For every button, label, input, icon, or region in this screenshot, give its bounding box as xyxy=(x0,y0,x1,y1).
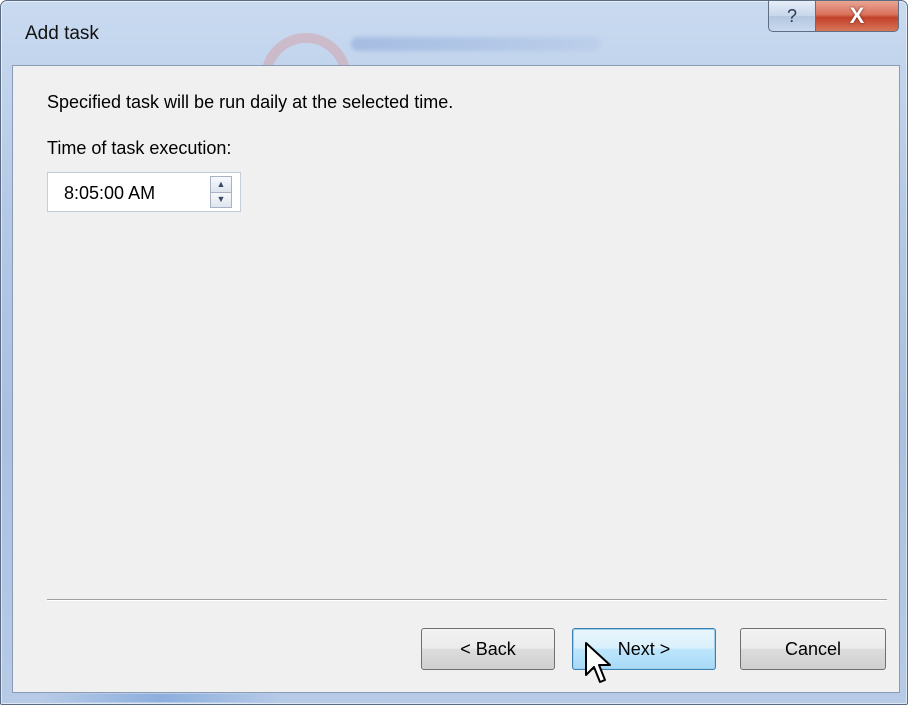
add-task-dialog: Add task ? X Specified task will be run … xyxy=(0,0,908,705)
time-spinner: ▲ ▼ xyxy=(210,176,232,208)
time-picker[interactable]: 8:05:00 AM ▲ ▼ xyxy=(47,172,241,212)
help-icon: ? xyxy=(786,5,797,26)
close-icon: X xyxy=(849,3,865,28)
time-input[interactable]: 8:05:00 AM xyxy=(64,183,155,204)
dialog-content: Specified task will be run daily at the … xyxy=(12,65,900,693)
title-bar[interactable]: Add task ? X xyxy=(1,1,907,65)
back-button[interactable]: < Back xyxy=(421,628,555,670)
close-button[interactable]: X xyxy=(816,1,899,32)
window-title: Add task xyxy=(25,23,99,44)
time-label: Time of task execution: xyxy=(47,138,232,158)
task-description: Specified task will be run daily at the … xyxy=(47,92,454,112)
cancel-button[interactable]: Cancel xyxy=(740,628,886,670)
frame-glow xyxy=(41,694,281,702)
separator-line xyxy=(47,599,887,601)
spin-up-icon: ▲ xyxy=(216,178,226,189)
spin-down-button[interactable]: ▼ xyxy=(210,192,232,208)
background-watermark xyxy=(251,27,631,65)
spin-down-icon: ▼ xyxy=(216,194,226,205)
caption-buttons: ? X xyxy=(768,1,899,32)
mouse-pointer-icon xyxy=(585,642,611,683)
spin-up-button[interactable]: ▲ xyxy=(210,176,232,193)
help-button[interactable]: ? xyxy=(768,1,816,32)
